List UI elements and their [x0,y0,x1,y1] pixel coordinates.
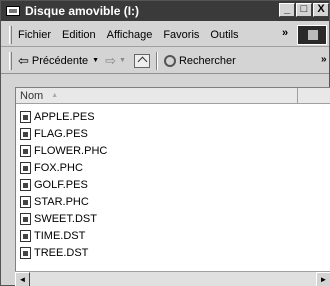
menu-overflow-chevron[interactable]: » [282,27,288,39]
menu-outils[interactable]: Outils [210,29,238,41]
file-item[interactable]: TIME.DST [20,227,107,244]
file-icon [20,110,31,123]
file-icon [20,127,31,140]
file-icon [20,195,31,208]
window-title: Disque amovible (I:) [25,4,140,18]
file-name: APPLE.PES [34,110,95,123]
file-icon [20,246,31,259]
drive-icon [6,6,20,16]
toolbar-separator [155,51,158,70]
column-name-label: Nom [20,89,44,102]
menu-fichier[interactable]: Fichier [18,29,51,41]
toolbar-grip[interactable] [9,51,12,70]
explorer-window: Disque amovible (I:) _ □ X Fichier Editi… [0,0,330,286]
back-button[interactable]: Précédente [32,55,88,67]
file-list-pane: Nom ▲ APPLE.PES FLAG.PES FLOWER.PHC FOX.… [15,87,330,273]
maximize-button[interactable]: □ [296,3,312,17]
back-arrow-icon[interactable]: ⇦ [18,53,29,69]
file-list: APPLE.PES FLAG.PES FLOWER.PHC FOX.PHC GO… [20,108,107,261]
file-icon [20,161,31,174]
minimize-button[interactable]: _ [279,3,295,17]
forward-dropdown-icon[interactable]: ▼ [119,57,126,64]
toolbar-overflow-chevron[interactable]: » [321,54,327,65]
menu-affichage[interactable]: Affichage [107,29,153,41]
folder-up-icon[interactable] [133,53,150,68]
search-icon[interactable] [163,54,176,67]
column-header: Nom ▲ [16,87,330,104]
toolbar: ⇦ Précédente ▼ ⇨ ▼ Rechercher » [1,48,329,74]
file-name: TREE.DST [34,246,89,259]
file-item[interactable]: FLOWER.PHC [20,142,107,159]
file-item[interactable]: FOX.PHC [20,159,107,176]
file-item[interactable]: TREE.DST [20,244,107,261]
file-name: SWEET.DST [34,212,97,225]
close-button[interactable]: X [313,3,329,17]
file-name: FLOWER.PHC [34,144,108,157]
file-item[interactable]: SWEET.DST [20,210,107,227]
scroll-left-button[interactable]: ◄ [15,272,30,286]
horizontal-scrollbar[interactable]: ◄ ► [15,271,330,286]
file-icon [20,144,31,157]
column-header-name[interactable]: Nom ▲ [16,87,298,104]
back-dropdown-icon[interactable]: ▼ [92,57,99,64]
search-button[interactable]: Rechercher [179,55,236,67]
file-item[interactable]: FLAG.PES [20,125,107,142]
menu-edition[interactable]: Edition [62,29,96,41]
sort-ascending-icon: ▲ [51,92,59,99]
forward-arrow-icon[interactable]: ⇨ [105,53,116,69]
file-name: STAR.PHC [34,195,89,208]
file-item[interactable]: APPLE.PES [20,108,107,125]
file-name: TIME.DST [34,229,86,242]
file-icon [20,229,31,242]
menu-bar: Fichier Edition Affichage Favoris Outils… [1,23,329,47]
file-name: FLAG.PES [34,127,88,140]
file-name: GOLF.PES [34,178,88,191]
window-controls: _ □ X [278,3,329,17]
file-item[interactable]: STAR.PHC [20,193,107,210]
menu-favoris[interactable]: Favoris [163,29,199,41]
scroll-right-button[interactable]: ► [316,272,330,286]
file-icon [20,212,31,225]
windows-logo-icon [297,25,327,45]
file-name: FOX.PHC [34,161,83,174]
menu-grip[interactable] [9,25,12,44]
file-icon [20,178,31,191]
title-bar[interactable]: Disque amovible (I:) _ □ X [1,1,329,21]
file-item[interactable]: GOLF.PES [20,176,107,193]
